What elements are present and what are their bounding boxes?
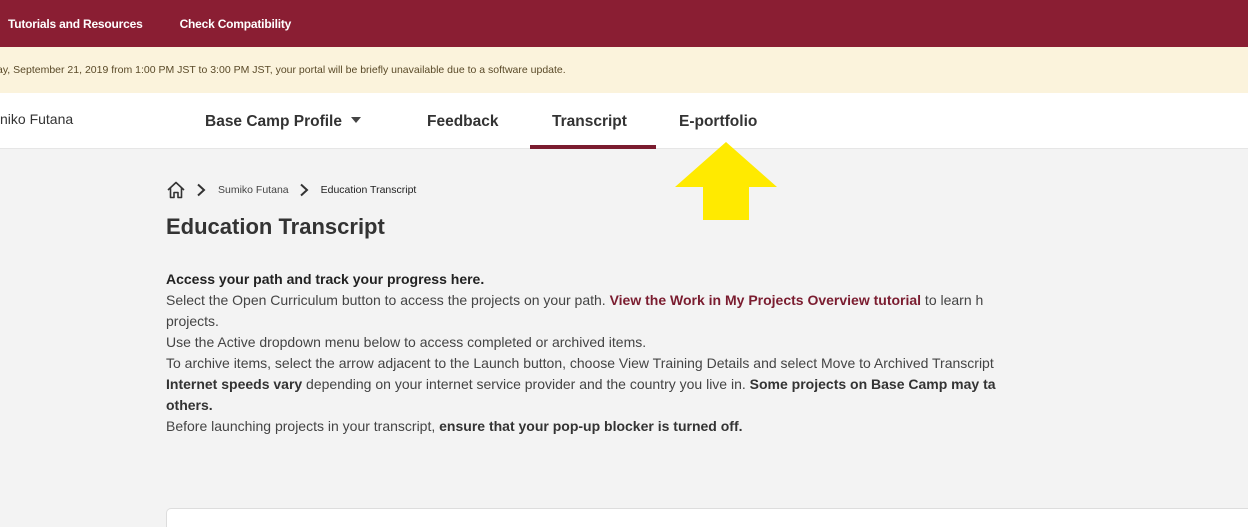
instruction-line: Before launching projects in your transc… [166,417,1248,436]
profile-navbar: niko Futana Base Camp Profile Feedback T… [0,93,1248,149]
bold-text: Some projects on Base Camp may ta [749,376,996,392]
instruction-line: others. [166,396,1248,415]
chevron-right-icon [299,183,309,197]
tab-transcript[interactable]: Transcript [552,113,627,131]
maintenance-banner: ay, September 21, 2019 from 1:00 PM JST … [0,47,1248,93]
check-compatibility-link[interactable]: Check Compatibility [180,17,292,31]
text: Before launching projects in your transc… [166,418,440,434]
yellow-arrow-icon [675,142,777,220]
active-tab-indicator [530,145,656,149]
bold-text: others. [166,397,213,413]
lead-text: Access your path and track your progress… [166,271,485,287]
tutorial-link[interactable]: View the Work in My Projects Overview tu… [610,292,921,308]
text: depending on your internet service provi… [302,376,750,392]
breadcrumb: Sumiko Futana Education Transcript [166,180,416,200]
instruction-line: Select the Open Curriculum button to acc… [166,291,1248,310]
instruction-line: To archive items, select the arrow adjac… [166,355,994,371]
page-title: Education Transcript [166,214,385,239]
tab-base-camp-profile[interactable]: Base Camp Profile [205,113,361,131]
user-name: niko Futana [0,111,74,127]
bold-text: ensure that your pop-up blocker is turne… [439,418,743,434]
text: to learn h [921,292,984,308]
transcript-panel [166,508,1248,527]
tab-feedback[interactable]: Feedback [427,113,499,131]
instruction-line: Use the Active dropdown menu below to ac… [166,334,647,350]
text: Select the Open Curriculum button to acc… [166,292,610,308]
tutorials-and-resources-link[interactable]: Tutorials and Resources [8,17,143,31]
breadcrumb-user[interactable]: Sumiko Futana [218,184,289,196]
instruction-line: projects. [166,313,219,329]
tab-label: Base Camp Profile [205,113,342,130]
chevron-right-icon [197,183,206,197]
instructions: Access your path and track your progress… [166,270,1248,438]
caret-down-icon [350,116,361,123]
banner-text: ay, September 21, 2019 from 1:00 PM JST … [0,64,566,76]
instruction-line: Internet speeds vary depending on your i… [166,375,1248,394]
home-icon[interactable] [166,180,186,200]
bold-text: Internet speeds vary [166,376,303,392]
tab-e-portfolio[interactable]: E-portfolio [679,113,757,131]
top-bar: Tutorials and Resources Check Compatibil… [0,0,1248,47]
breadcrumb-current: Education Transcript [320,184,417,196]
